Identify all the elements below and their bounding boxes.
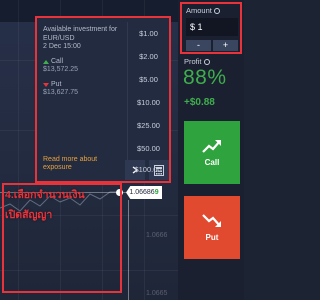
investment-info: Available investment for EUR/USD 2 Dec 1… <box>43 26 121 98</box>
price-last-digit: 9 <box>154 189 159 196</box>
expiry-time: 2 Dec 15:00 <box>43 43 81 50</box>
amount-option[interactable]: $10.00 <box>127 91 169 114</box>
investment-panel: Available investment for EUR/USD 2 Dec 1… <box>35 16 171 183</box>
amount-option[interactable]: $2.00 <box>127 45 169 68</box>
amount-option[interactable]: $25.00 <box>127 114 169 137</box>
put-exposure-label: Put <box>51 80 62 88</box>
call-button[interactable]: Call <box>184 121 240 184</box>
arrow-down-icon <box>43 82 49 87</box>
trend-up-icon <box>202 140 221 153</box>
amount-option[interactable]: $1.00 <box>127 22 169 45</box>
call-exposure-row: Call <box>43 58 121 67</box>
put-exposure-value: $13,627.75 <box>43 89 79 96</box>
amount-option[interactable]: $5.00 <box>127 68 169 91</box>
call-exposure-label: Call <box>51 57 64 65</box>
amount-option[interactable]: $50.00 <box>127 137 169 160</box>
annotation-line-1: 4.เลือกจำนวนเงิน <box>5 189 85 201</box>
current-price-tag: 1.06686 9 <box>126 186 162 199</box>
axis-label: 1.0665 <box>146 290 168 297</box>
call-exposure-value: $13,572.25 <box>43 66 79 73</box>
amount-options: $1.00 $2.00 $5.00 $10.00 $25.00 $50.00 <box>127 22 169 160</box>
arrow-up-icon <box>43 59 49 64</box>
amount-option[interactable]: $100.00 <box>127 160 169 180</box>
profit-percent: 88% <box>183 66 227 89</box>
available-label: Available investment for <box>43 26 118 33</box>
expiry-line <box>128 200 129 300</box>
put-exposure-row: Put <box>43 81 121 90</box>
profit-title: Profit <box>184 57 210 66</box>
amount-input[interactable]: $ 1 <box>186 18 238 36</box>
trend-down-icon <box>202 214 221 227</box>
info-icon[interactable] <box>213 8 220 15</box>
amount-title: Amount <box>186 6 220 15</box>
amount-control: Amount $ 1 - + <box>180 2 242 54</box>
currency-pair: EUR/USD <box>43 34 75 42</box>
decrease-amount-button[interactable]: - <box>186 40 211 51</box>
call-button-label: Call <box>204 158 220 167</box>
annotation-line-2: เปิดสัญญา <box>5 209 53 221</box>
info-icon[interactable] <box>203 59 210 66</box>
profit-title-text: Profit <box>184 57 202 66</box>
amount-title-text: Amount <box>186 6 212 15</box>
read-more-link[interactable]: Read more about exposure <box>43 156 123 172</box>
increase-amount-button[interactable]: + <box>213 40 238 51</box>
put-button-label: Put <box>205 233 219 242</box>
put-button[interactable]: Put <box>184 196 240 259</box>
axis-label: 1.0666 <box>146 232 168 239</box>
profit-amount: +$0.88 <box>184 97 215 108</box>
price-prefix: 1.06686 <box>129 189 155 196</box>
